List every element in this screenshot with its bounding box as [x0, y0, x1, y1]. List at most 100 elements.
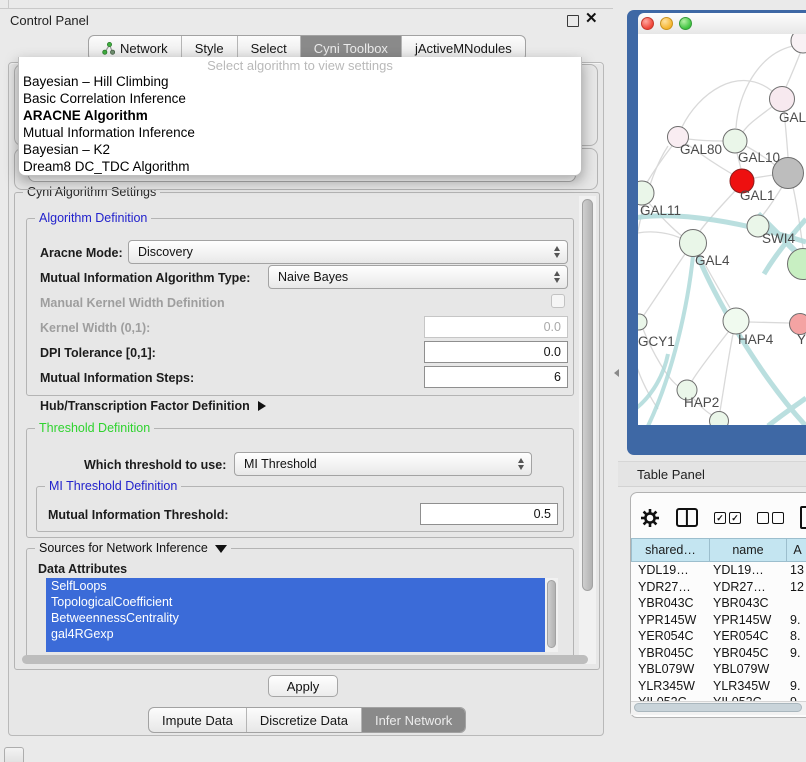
attribute-item-topologicalcoefficient[interactable]: TopologicalCoefficient [46, 594, 558, 610]
select-all-checks-icon[interactable]: ✓✓ [714, 512, 741, 524]
table-cell: 9. [787, 679, 806, 693]
mi-steps-input[interactable]: 6 [424, 366, 568, 388]
column-header-a[interactable]: A [787, 538, 806, 562]
node-label-gal80: GAL80 [680, 142, 722, 157]
screen: Control Panel ✕ NetworkStyleSelectCyni T… [0, 0, 806, 762]
deselect-all-checks-icon[interactable] [757, 512, 784, 524]
attributes-scrollbar-thumb[interactable] [547, 580, 556, 648]
algorithm-option-aracne-algorithm[interactable]: ARACNE Algorithm [19, 108, 581, 125]
network-node-gal[interactable] [770, 87, 795, 112]
network-node-gcy1[interactable] [638, 314, 647, 330]
aracne-mode-label: Aracne Mode: [40, 246, 123, 260]
panel-resize-handle[interactable] [614, 369, 619, 377]
table-row[interactable]: YLR345WYLR345W9. [631, 678, 806, 695]
network-node[interactable] [791, 34, 806, 53]
table-cell: YDR27… [710, 580, 787, 594]
apply-button[interactable]: Apply [268, 675, 338, 697]
minimize-traffic-light-icon[interactable] [660, 17, 673, 30]
node-label-gal11: GAL11 [640, 203, 681, 218]
table-cell: YBR043C [631, 596, 710, 610]
algorithm-option-mutual-information-inference[interactable]: Mutual Information Inference [19, 125, 581, 142]
close-traffic-light-icon[interactable] [641, 17, 654, 30]
bottom-tab-impute-data-label: Impute Data [162, 713, 233, 728]
table-row[interactable]: YDL19…YDL19…13 [631, 562, 806, 579]
network-view-window: GALGAL80GAL10GAL1GAL11SWI4GAL4GCY1HAP4YH… [627, 10, 806, 455]
table-cell: YLR345W [631, 679, 710, 693]
table-row[interactable]: YIL052CYIL052C9. [631, 694, 806, 701]
attribute-item-partial[interactable] [46, 642, 558, 652]
close-icon[interactable]: ✕ [585, 12, 598, 26]
settings-scrollbar-thumb[interactable] [582, 199, 593, 591]
table-cell: YDL19… [631, 563, 710, 577]
column-header-name[interactable]: name [710, 538, 787, 562]
table-cell: 9. [787, 613, 806, 627]
table-panel-title: Table Panel [637, 467, 705, 482]
network-canvas[interactable]: GALGAL80GAL10GAL1GAL11SWI4GAL4GCY1HAP4YH… [638, 34, 806, 425]
network-node[interactable] [710, 412, 729, 426]
bottom-tab-impute-data[interactable]: Impute Data [149, 708, 246, 732]
attribute-item-betweennesscentrality[interactable]: BetweennessCentrality [46, 610, 558, 626]
network-window-titlebar[interactable] [638, 13, 806, 34]
network-node-gal11[interactable] [638, 181, 654, 205]
zoom-traffic-light-icon[interactable] [679, 17, 692, 30]
table-cell: YDL19… [710, 563, 787, 577]
bottom-tab-infer-network[interactable]: Infer Network [361, 708, 465, 732]
table-cell: 13 [787, 563, 806, 577]
network-graph-icon [102, 42, 115, 55]
file-icon[interactable] [800, 506, 806, 529]
threshold-definition-title: Threshold Definition [35, 421, 154, 436]
table-cell: YPR145W [631, 613, 710, 627]
float-window-button[interactable] [567, 15, 579, 27]
manual-kernel-checkbox[interactable] [551, 294, 565, 308]
sources-title-text: Sources for Network Inference [39, 541, 208, 556]
table-cell: YER054C [710, 629, 787, 643]
algorithm-option-bayesian-hill-climbing[interactable]: Bayesian – Hill Climbing [19, 74, 581, 91]
hub-definition-expander[interactable]: Hub/Transcription Factor Definition [40, 397, 266, 415]
bottom-tab-infer-network-label: Infer Network [375, 713, 452, 728]
column-header-shared[interactable]: shared… [631, 538, 710, 562]
gear-icon[interactable] [640, 508, 660, 528]
dropdown-hint: Select algorithm to view settings [19, 57, 581, 74]
data-attributes-list: SelfLoopsTopologicalCoefficientBetweenne… [46, 578, 558, 652]
table-row[interactable]: YER054CYER054C8. [631, 628, 806, 645]
table-row[interactable]: YBR045CYBR045C9. [631, 645, 806, 662]
table-cell: 9. [787, 646, 806, 660]
tab-style-label: Style [195, 41, 224, 56]
dpi-tolerance-input[interactable]: 0.0 [424, 341, 568, 363]
table-row[interactable]: YDR27…YDR27…12 [631, 579, 806, 596]
top-divider [0, 8, 613, 9]
table-hscrollbar-thumb[interactable] [634, 703, 802, 712]
table-row[interactable]: YBL079WYBL079W [631, 661, 806, 678]
table-row[interactable]: YPR145WYPR145W9. [631, 612, 806, 629]
table-cell: 12 [787, 580, 806, 594]
table-cell: YBR045C [710, 646, 787, 660]
table-row[interactable]: YBR043CYBR043C [631, 595, 806, 612]
algorithm-option-bayesian-k2[interactable]: Bayesian – K2 [19, 142, 581, 159]
collapse-arrow-icon [215, 545, 227, 553]
network-node-hap4[interactable] [723, 308, 749, 334]
kernel-width-input[interactable]: 0.0 [424, 316, 568, 338]
panel-title: Control Panel [10, 13, 89, 28]
manual-kernel-label: Manual Kernel Width Definition [40, 296, 225, 310]
split-columns-icon[interactable] [676, 508, 698, 527]
table-cell: YLR345W [710, 679, 787, 693]
hub-definition-label: Hub/Transcription Factor Definition [40, 399, 250, 413]
attribute-item-gal4rgexp[interactable]: gal4RGexp [46, 626, 558, 642]
settings-hscrollbar-thumb[interactable] [22, 655, 588, 664]
mi-threshold-input[interactable]: 0.5 [420, 503, 558, 525]
collapse-panel-button[interactable] [4, 747, 24, 762]
algorithm-option-dream8-dc-tdc-algorithm[interactable]: Dream8 DC_TDC Algorithm [19, 159, 581, 176]
sources-title[interactable]: Sources for Network Inference [35, 541, 231, 556]
mi-type-select[interactable]: Naive Bayes [268, 265, 568, 289]
algorithm-option-basic-correlation-inference[interactable]: Basic Correlation Inference [19, 91, 581, 108]
table-header-row: shared…nameA [631, 538, 806, 562]
which-threshold-label: Which threshold to use: [84, 458, 226, 472]
dpi-tolerance-label: DPI Tolerance [0,1]: [40, 346, 156, 360]
which-threshold-select[interactable]: MI Threshold [234, 452, 532, 476]
attribute-item-selfloops[interactable]: SelfLoops [46, 578, 558, 594]
network-node[interactable] [788, 249, 806, 280]
node-label-gal10: GAL10 [738, 150, 780, 165]
tab-select-label: Select [251, 41, 287, 56]
aracne-mode-select[interactable]: Discovery [128, 240, 568, 264]
bottom-tab-discretize-data[interactable]: Discretize Data [246, 708, 361, 732]
